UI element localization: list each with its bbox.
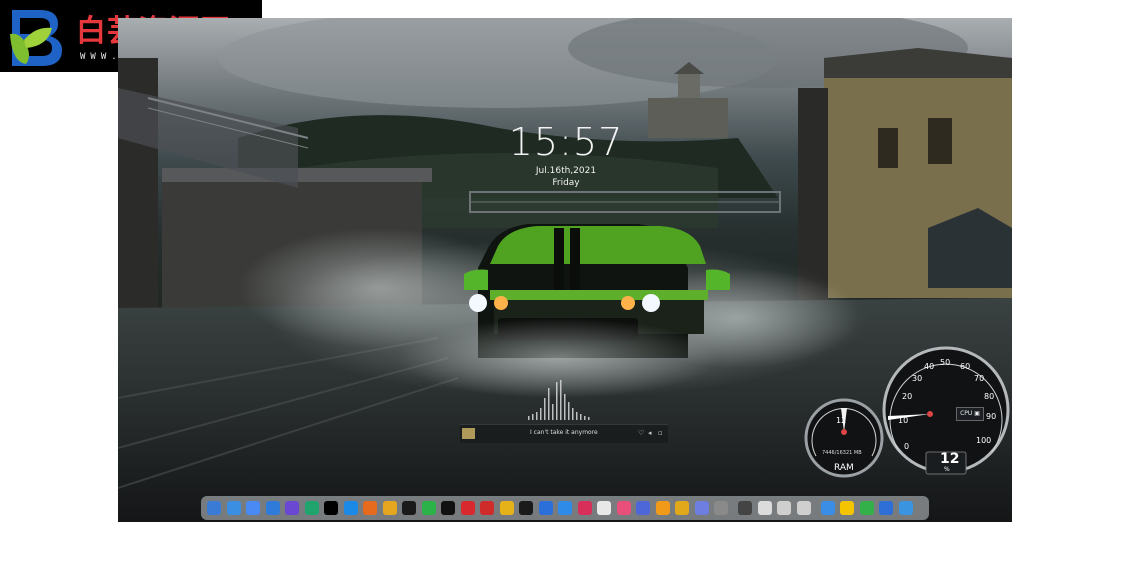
cpu-tick: 20 [902, 392, 913, 401]
cpu-tick: 40 [924, 362, 935, 371]
photos-icon[interactable] [714, 501, 728, 515]
tasks-icon[interactable] [558, 501, 572, 515]
heart-icon[interactable]: ♡ [638, 429, 644, 437]
dock [201, 496, 929, 520]
files-icon[interactable] [675, 501, 689, 515]
tiktok-icon[interactable] [441, 501, 455, 515]
edge-icon[interactable] [343, 501, 358, 515]
settings-icon[interactable]: ▫ [658, 429, 663, 437]
cpu-tick: 60 [960, 362, 971, 371]
cpu-tick: 30 [912, 374, 923, 383]
pictures-icon[interactable] [519, 501, 533, 515]
clock-time: 15:57 [508, 120, 624, 164]
cpu-label-text: CPU [960, 410, 973, 417]
notes-icon[interactable] [285, 501, 299, 515]
cpu-tick: 100 [976, 436, 992, 445]
desktop-clock-widget: 15:57 Jul.16th,2021 Friday [478, 120, 654, 188]
song-title: I can't take it anymore [530, 429, 598, 436]
chrome-icon[interactable] [382, 501, 397, 515]
sparrow-icon[interactable] [538, 501, 553, 515]
cpu-gauge-label: CPU ▣ [956, 407, 984, 421]
apple-icon[interactable] [324, 501, 338, 515]
netease-music-icon[interactable] [460, 501, 475, 515]
wallpaper-scene [118, 18, 1012, 522]
stream-icon[interactable] [480, 501, 494, 515]
windows-icon[interactable] [265, 501, 280, 515]
ram-gauge-value: 12 [836, 416, 847, 425]
more-icon[interactable] [757, 501, 772, 515]
music-player-widget[interactable]: I can't take it anymore ♡ ◂ ▫ [460, 424, 668, 443]
photoshop-icon[interactable] [820, 501, 835, 515]
launchpad-icon[interactable] [246, 501, 260, 515]
collapse-icon[interactable] [796, 501, 811, 515]
volume-icon[interactable]: ◂ [648, 429, 652, 437]
ubuntu-icon[interactable] [499, 501, 514, 515]
watermark-logo-icon [10, 10, 62, 66]
jira-icon[interactable] [577, 501, 592, 515]
clock-day: Friday [552, 178, 580, 188]
trash-icon[interactable] [898, 501, 913, 515]
audio-icon[interactable] [694, 501, 709, 515]
cpu-tick: 80 [984, 392, 995, 401]
fireworks-icon[interactable] [840, 501, 854, 515]
mountains-icon[interactable] [636, 501, 650, 515]
mail-icon[interactable] [597, 501, 611, 515]
cpu-tick: 10 [898, 416, 909, 425]
cpu-tick: 50 [940, 358, 951, 367]
ram-memory-usage: 7446/16321 MB [822, 450, 862, 456]
ram-gauge-label: RAM [834, 463, 854, 473]
cpu-tick: 70 [974, 374, 985, 383]
gallery-icon[interactable] [879, 501, 893, 515]
pinwheel-icon[interactable] [616, 501, 631, 515]
finder-icon[interactable] [207, 501, 221, 515]
power-icon[interactable] [738, 501, 752, 515]
cpu-gauge-value: 12 [940, 451, 960, 467]
cpu-tick: 0 [904, 442, 910, 451]
collapse-icon[interactable] [777, 501, 791, 515]
wechat-icon[interactable] [421, 501, 436, 515]
album-cover-icon [462, 428, 475, 439]
cpu-tick: 90 [986, 412, 997, 421]
disk-icon[interactable] [655, 501, 670, 515]
clock-date: Jul.16th,2021 [535, 166, 597, 176]
downloads-icon[interactable] [226, 501, 241, 515]
dreamweaver-icon[interactable] [859, 501, 874, 515]
qq-icon[interactable] [402, 501, 416, 515]
cpu-gauge-unit: % [944, 466, 950, 473]
desktop-wallpaper: 15:57 Jul.16th,2021 Friday I can't take … [118, 18, 1012, 522]
firefox-icon[interactable] [363, 501, 377, 515]
wechat-mini-icon[interactable] [304, 501, 319, 515]
